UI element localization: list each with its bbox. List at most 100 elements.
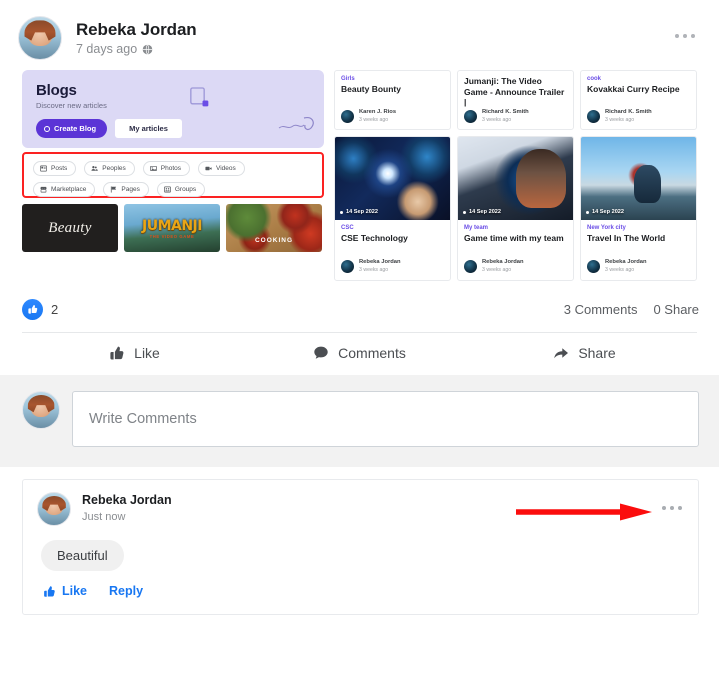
comments-button[interactable]: Comments [247,345,472,361]
post-menu-button[interactable] [675,34,695,38]
filter-pill-pages[interactable]: Pages [103,182,148,197]
share-button-label: Share [578,345,615,361]
comment-actions: Like Reply [43,584,682,598]
filter-pill-marketplace[interactable]: Marketplace [33,182,95,197]
article-author-name: Richard K. Smith [482,108,529,116]
post-author-avatar[interactable] [18,16,62,60]
article-card[interactable]: 14 Sep 2022 My team Game time with my te… [457,136,574,281]
article-body: My team Game time with my team Rebeka Jo… [458,220,573,280]
dot-icon [340,211,343,214]
post-author-name[interactable]: Rebeka Jordan [76,20,197,40]
write-comment-input[interactable]: Write Comments [72,391,699,447]
comment-like-label: Like [62,584,87,598]
article-category: My team [464,225,567,231]
article-timestamp: 3 weeks ago [482,267,524,274]
comment-author-name[interactable]: Rebeka Jordan [82,492,172,510]
article-author-avatar [341,260,354,273]
thumbs-up-icon [43,585,56,598]
like-reaction-icon [22,299,43,320]
article-category: New York city [587,225,690,231]
filter-pill-posts[interactable]: Posts [33,161,76,176]
post-header: Rebeka Jordan 7 days ago [0,0,719,70]
posts-icon [40,165,47,172]
peoples-icon [91,165,98,172]
filter-pill-label: Peoples [102,165,126,172]
kebab-dot [691,34,695,38]
comments-count[interactable]: 3 Comments [564,302,638,317]
article-title: CSE Technology [341,233,444,244]
article-date-badge: 14 Sep 2022 [463,209,501,215]
filter-pill-videos[interactable]: Videos [198,161,245,176]
post-detail-page: Rebeka Jordan 7 days ago Blogs Discover … [0,0,719,700]
article-card[interactable]: 14 Sep 2022 New York city Travel In The … [580,136,697,281]
article-title: Jumanji: The Video Game - Announce Trail… [464,76,567,108]
comment-text: Beautiful [41,540,124,571]
my-articles-button[interactable]: My articles [115,119,182,138]
article-date-badge: 14 Sep 2022 [340,209,378,215]
kebab-dot [678,506,682,510]
post-media-area: Blogs Discover new articles Create Blog … [0,70,719,285]
filter-pill-photos[interactable]: Photos [143,161,190,176]
share-button[interactable]: Share [472,345,697,361]
article-thumbnail: 14 Sep 2022 [581,137,696,220]
kebab-dot [675,34,679,38]
article-author-row: Rebeka Jordan 3 weeks ago [587,258,690,274]
filter-pill-label: Pages [121,186,139,193]
article-timestamp: 3 weeks ago [359,117,396,124]
article-timestamp: 3 weeks ago [605,267,647,274]
article-card[interactable]: cook Kovakkai Curry Recipe Richard K. Sm… [580,70,697,130]
comment-like-button[interactable]: Like [43,584,87,598]
article-card[interactable]: Jumanji: The Video Game - Announce Trail… [457,70,574,130]
article-date-badge: 14 Sep 2022 [586,209,624,215]
comment-menu-button[interactable] [662,506,682,510]
plus-circle-icon [44,126,50,132]
article-category: cook [587,76,690,82]
comment-author-avatar[interactable] [37,492,71,526]
thumbnail-cooking[interactable]: COOKING [226,204,322,252]
post-author-info: Rebeka Jordan 7 days ago [76,20,197,56]
post-meta: 7 days ago [76,42,197,56]
thumbnail-jumanji-label: JUMANJI [142,218,202,234]
article-thumbnail: 14 Sep 2022 [458,137,573,220]
photos-icon [150,165,157,172]
article-author-avatar [341,110,354,123]
current-user-avatar [22,391,60,429]
create-blog-button[interactable]: Create Blog [36,119,107,138]
groups-icon [164,186,171,193]
thumbnail-jumanji-sublabel: THE VIDEO GAME [150,234,195,239]
like-count: 2 [51,302,58,317]
reaction-summary[interactable]: 2 [22,299,58,320]
filter-pills-highlight-box: Posts Peoples Photos Videos Marketplace [22,152,324,198]
blogs-panel: Blogs Discover new articles Create Blog … [22,70,324,148]
filter-pill-groups[interactable]: Groups [157,182,205,197]
comment-reply-button[interactable]: Reply [109,584,143,598]
post-action-bar: Like Comments Share [0,333,719,375]
article-author-avatar [464,110,477,123]
article-author-row: Richard K. Smith 3 weeks ago [464,108,567,124]
filter-pill-label: Marketplace [51,186,86,193]
article-title: Beauty Bounty [341,84,444,95]
article-card[interactable]: Girls Beauty Bounty Karen J. Rios 3 week… [334,70,451,130]
filter-pill-peoples[interactable]: Peoples [84,161,135,176]
marketplace-icon [40,186,47,193]
article-author-name: Richard K. Smith [605,108,652,116]
thumbnail-beauty-label: Beauty [48,220,91,237]
my-articles-label: My articles [129,124,168,133]
create-blog-label: Create Blog [54,124,96,133]
article-author-avatar [587,110,600,123]
article-date: 14 Sep 2022 [592,209,624,215]
thumbnail-beauty[interactable]: Beauty [22,204,118,252]
pages-icon [110,186,117,193]
article-grid: Girls Beauty Bounty Karen J. Rios 3 week… [334,70,697,285]
filter-pill-label: Photos [161,165,181,172]
comment-timestamp: Just now [82,510,172,526]
share-count[interactable]: 0 Share [653,302,699,317]
article-card[interactable]: 14 Sep 2022 CSC CSE Technology Rebeka Jo… [334,136,451,281]
thumbnail-jumanji[interactable]: JUMANJI THE VIDEO GAME [124,204,220,252]
article-author-row: Rebeka Jordan 3 weeks ago [464,258,567,274]
article-author-row: Karen J. Rios 3 weeks ago [341,108,444,124]
kebab-dot [670,506,674,510]
like-button[interactable]: Like [22,345,247,361]
blogs-screenshot-card[interactable]: Blogs Discover new articles Create Blog … [22,70,324,285]
dot-icon [463,211,466,214]
